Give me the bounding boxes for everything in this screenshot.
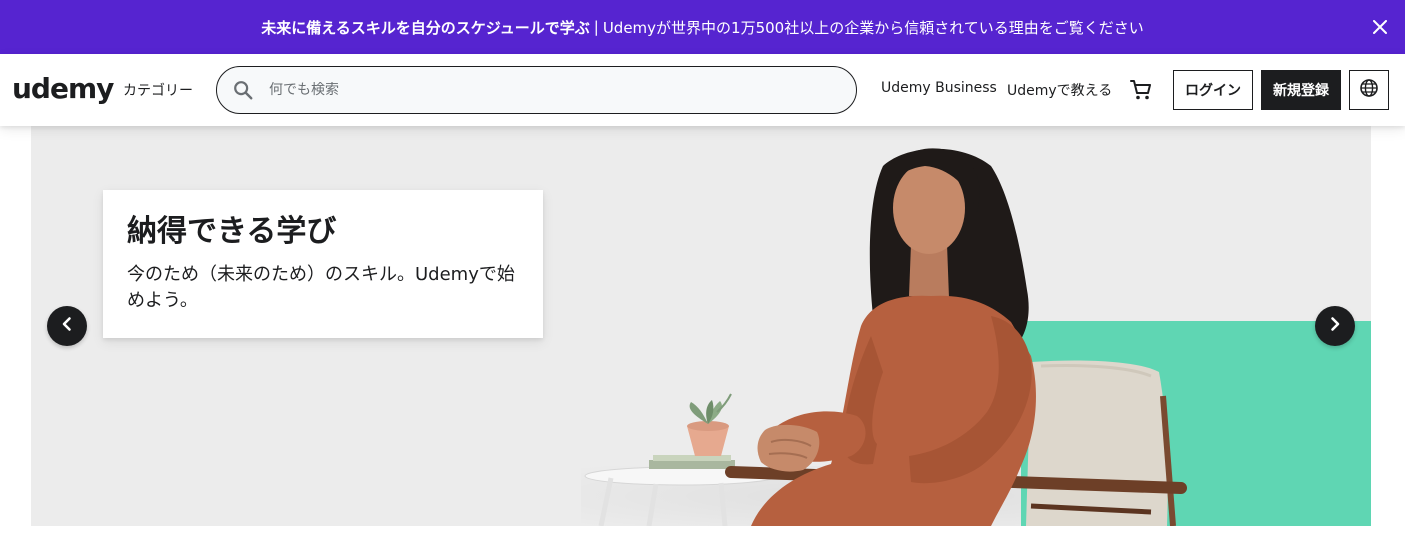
cart-icon[interactable] [1127, 76, 1155, 104]
side-table-image [584, 393, 778, 526]
close-icon[interactable] [1367, 14, 1393, 40]
search-input[interactable] [269, 82, 829, 98]
logo-wordmark: udemy [12, 72, 114, 105]
promo-banner[interactable]: 未来に備えるスキルを自分のスケジュールで学ぶ | Udemyが世界中の1万500… [0, 0, 1405, 54]
woman-photo [751, 148, 1036, 526]
globe-icon [1359, 78, 1379, 102]
carousel-prev-button[interactable] [47, 306, 87, 346]
hero-text-card: 納得できる学び 今のため（未来のため）のスキル。Udemyで始めよう。 [103, 190, 543, 338]
chevron-left-icon [59, 316, 75, 336]
login-button[interactable]: ログイン [1173, 70, 1253, 110]
language-button[interactable] [1349, 70, 1389, 110]
categories-menu[interactable]: カテゴリー [123, 80, 193, 100]
promo-link[interactable]: Udemyが世界中の1万500社以上の企業から信頼されている理由をご覧ください [603, 17, 1144, 38]
teach-on-udemy-link[interactable]: Udemyで教える [1007, 80, 1112, 100]
signup-button[interactable]: 新規登録 [1261, 70, 1341, 110]
search-icon[interactable] [231, 78, 255, 102]
udemy-business-link[interactable]: Udemy Business [881, 80, 997, 96]
carousel-next-button[interactable] [1315, 306, 1355, 346]
site-header: udemy カテゴリー Udemy Business Udemyで教える ログイ… [0, 54, 1405, 126]
hero-title: 納得できる学び [127, 214, 337, 249]
promo-headline[interactable]: 未来に備えるスキルを自分のスケジュールで学ぶ [261, 17, 590, 38]
search-bar[interactable] [216, 66, 857, 114]
chevron-right-icon [1327, 316, 1343, 336]
udemy-logo[interactable]: udemy [12, 70, 114, 110]
hero-subtitle: 今のため（未来のため）のスキル。Udemyで始めよう。 [127, 264, 515, 311]
promo-separator: | [593, 18, 599, 36]
